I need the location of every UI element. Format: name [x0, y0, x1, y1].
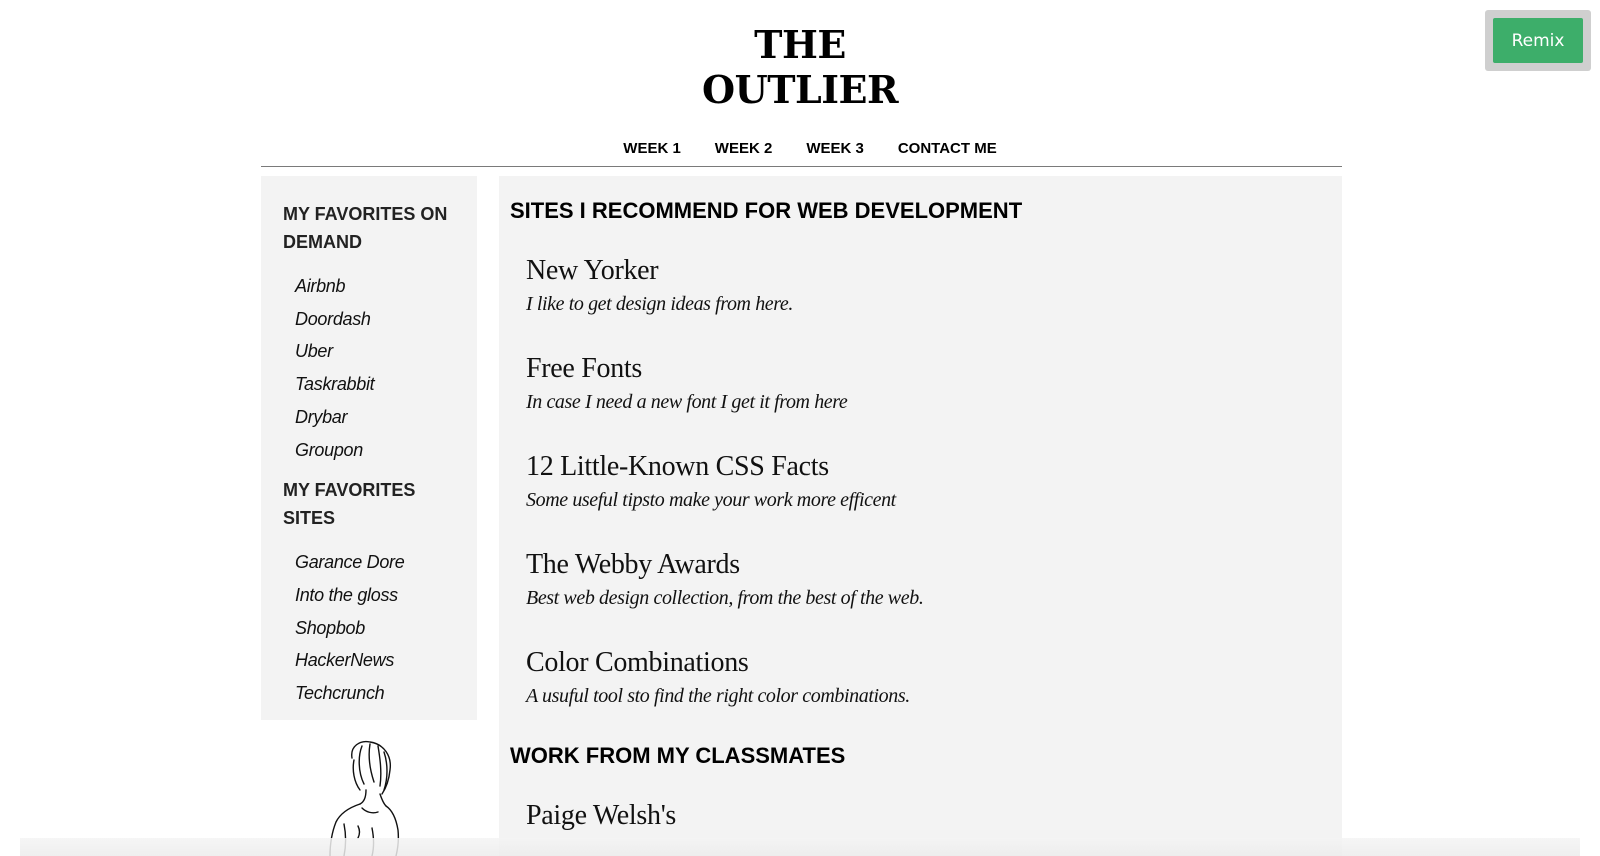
site-title[interactable]: THE OUTLIER — [0, 22, 1600, 112]
entry-title-paige-welsh[interactable]: Paige Welsh's — [526, 799, 1342, 833]
entry-title-new-yorker[interactable]: New Yorker — [526, 254, 1342, 288]
sidebar-item-airbnb[interactable]: Airbnb — [295, 270, 455, 303]
sidebar-item-into-the-gloss[interactable]: Into the gloss — [295, 579, 455, 612]
sidebar-list-sites: Garance Dore Into the gloss Shopbob Hack… — [283, 546, 455, 710]
nav-week-2[interactable]: WEEK 2 — [715, 138, 773, 160]
entry-title-css-facts[interactable]: 12 Little-Known CSS Facts — [526, 450, 1342, 484]
recommend-entry: Free Fonts In case I need a new font I g… — [526, 352, 1342, 416]
section-heading-classmates: WORK FROM MY CLASSMATES — [510, 743, 846, 768]
nav-week-3[interactable]: WEEK 3 — [806, 138, 864, 160]
classmate-entry: Paige Welsh's — [526, 799, 1342, 833]
entry-title-color-combinations[interactable]: Color Combinations — [526, 646, 1342, 680]
sidebar-item-shopbob[interactable]: Shopbob — [295, 612, 455, 645]
sidebar-list-on-demand: Airbnb Doordash Uber Taskrabbit Drybar G… — [283, 270, 455, 466]
nav-week-1[interactable]: WEEK 1 — [623, 138, 681, 160]
sidebar-item-taskrabbit[interactable]: Taskrabbit — [295, 368, 455, 401]
recommend-entry: New Yorker I like to get design ideas fr… — [526, 254, 1342, 318]
entry-desc: Some useful tipsto make your work more e… — [526, 489, 896, 511]
entry-desc: Best web design collection, from the bes… — [526, 587, 924, 609]
site-title-line-1: THE — [754, 22, 846, 67]
bottom-overlay — [20, 838, 1580, 856]
recommend-entry: The Webby Awards Best web design collect… — [526, 548, 1342, 612]
entry-title-free-fonts[interactable]: Free Fonts — [526, 352, 1342, 386]
sidebar-heading-on-demand: MY FAVORITES ON DEMAND — [283, 204, 448, 252]
sidebar-item-drybar[interactable]: Drybar — [295, 401, 455, 434]
section-heading-recommend: SITES I RECOMMEND FOR WEB DEVELOPMENT — [510, 198, 1023, 223]
sidebar: MY FAVORITES ON DEMAND Airbnb Doordash U… — [261, 176, 477, 720]
recommend-entry: 12 Little-Known CSS Facts Some useful ti… — [526, 450, 1342, 514]
sidebar-item-techcrunch[interactable]: Techcrunch — [295, 677, 455, 710]
sidebar-heading-sites: MY FAVORITES SITES — [283, 480, 416, 529]
nav-contact-me[interactable]: CONTACT ME — [898, 138, 997, 160]
sidebar-item-garance-dore[interactable]: Garance Dore — [295, 546, 455, 579]
entry-title-webby-awards[interactable]: The Webby Awards — [526, 548, 1342, 582]
main-nav: WEEK 1 WEEK 2 WEEK 3 CONTACT ME — [0, 138, 1600, 160]
main-content: SITES I RECOMMEND FOR WEB DEVELOPMENT Ne… — [499, 176, 1342, 856]
entry-desc: I like to get design ideas from here. — [526, 293, 793, 315]
sidebar-item-hackernews[interactable]: HackerNews — [295, 644, 455, 677]
sidebar-item-groupon[interactable]: Groupon — [295, 434, 455, 467]
sidebar-item-uber[interactable]: Uber — [295, 335, 455, 368]
sidebar-item-doordash[interactable]: Doordash — [295, 303, 455, 336]
entry-desc: In case I need a new font I get it from … — [526, 391, 848, 413]
header-divider — [261, 166, 1342, 167]
entry-desc: A usuful tool sto find the right color c… — [526, 685, 910, 707]
recommend-entry: Color Combinations A usuful tool sto fin… — [526, 646, 1342, 710]
site-title-line-2: OUTLIER — [701, 67, 899, 112]
